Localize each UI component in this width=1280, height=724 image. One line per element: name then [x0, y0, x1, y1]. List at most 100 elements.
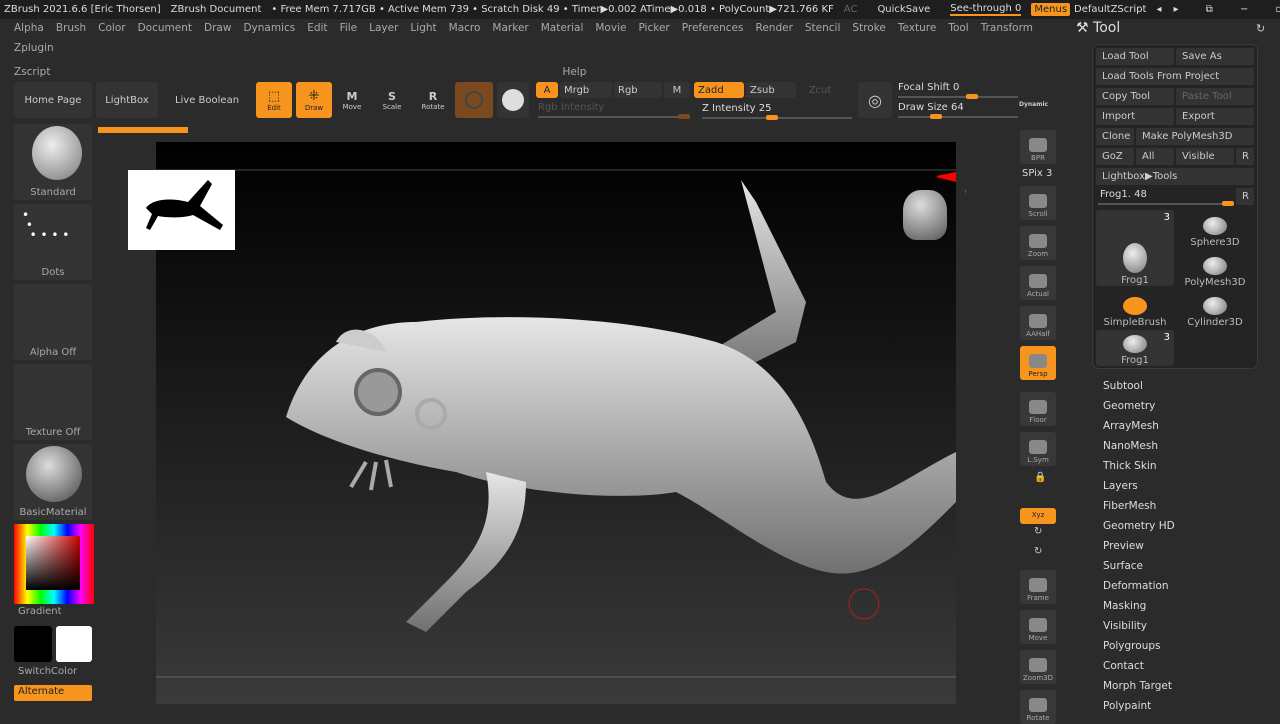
spotlight-button[interactable] [497, 82, 529, 118]
visible-button[interactable]: Visible [1176, 148, 1234, 165]
lightbox-button[interactable]: LightBox [96, 82, 158, 118]
floor-button[interactable]: Floor [1020, 392, 1056, 426]
move-button[interactable]: Move [1020, 610, 1056, 644]
tool-thumb-simplebrush[interactable]: SimpleBrush [1096, 290, 1174, 328]
brush-selector[interactable]: Standard [14, 124, 92, 200]
viewport-canvas[interactable] [156, 142, 983, 704]
spix-slider[interactable]: SPix 3 [1022, 168, 1052, 179]
subpalette-masking[interactable]: Masking [1103, 600, 1146, 612]
axis-gizmo[interactable] [936, 170, 979, 220]
make-polymesh-button[interactable]: Make PolyMesh3D [1136, 128, 1254, 145]
switch-color-button[interactable]: SwitchColor [18, 666, 77, 677]
frame-button[interactable]: Frame [1020, 570, 1056, 604]
subpalette-layers[interactable]: Layers [1103, 480, 1138, 492]
menu-render[interactable]: Render [750, 20, 799, 36]
tool-slider[interactable] [1098, 201, 1234, 206]
menu-light[interactable]: Light [404, 20, 442, 36]
tool-panel-header[interactable]: ⚒ Tool [1076, 20, 1120, 36]
menu-tool[interactable]: Tool [942, 20, 974, 36]
menu-edit[interactable]: Edit [301, 20, 333, 36]
mrgb-button[interactable]: Mrgb [560, 82, 612, 98]
material-selector[interactable]: BasicMaterial [14, 444, 92, 520]
menu-marker[interactable]: Marker [486, 20, 534, 36]
rotate-button[interactable]: Rotate [1020, 690, 1056, 724]
reset-icon[interactable]: ↻ [1256, 22, 1265, 35]
copy-tool-button[interactable]: Copy Tool [1096, 88, 1174, 105]
persp-button[interactable]: Persp [1020, 346, 1056, 380]
zsub-button[interactable]: Zsub [746, 82, 796, 98]
menu-draw[interactable]: Draw [198, 20, 237, 36]
see-through-slider[interactable]: See-through 0 [950, 3, 1022, 16]
tool-thumb-cylinder3d[interactable]: Cylinder3D [1176, 290, 1254, 328]
subpalette-fibermesh[interactable]: FiberMesh [1103, 500, 1156, 512]
quicksave-button[interactable]: QuickSave [877, 4, 930, 15]
menu-color[interactable]: Color [92, 20, 131, 36]
z-intensity-slider[interactable] [702, 115, 852, 120]
clone-button[interactable]: Clone [1096, 128, 1134, 145]
load-tool-button[interactable]: Load Tool [1096, 48, 1174, 65]
menu-brush[interactable]: Brush [50, 20, 92, 36]
subpalette-surface[interactable]: Surface [1103, 560, 1143, 572]
window-controls[interactable]: ◂▸ ⧉ − ▫ ✕ [1156, 4, 1280, 15]
subpalette-subtool[interactable]: Subtool [1103, 380, 1143, 392]
primary-color-swatch[interactable] [14, 626, 52, 662]
menu-material[interactable]: Material [535, 20, 590, 36]
tool-thumb-sphere3d[interactable]: Sphere3D [1176, 210, 1254, 248]
menu-help[interactable]: Help [556, 64, 592, 80]
live-boolean-button[interactable]: Live Boolean [164, 82, 250, 118]
subpalette-polygroups[interactable]: Polygroups [1103, 640, 1160, 652]
alpha-selector[interactable]: Alpha Off [14, 284, 92, 360]
home-page-button[interactable]: Home Page [14, 82, 92, 118]
paste-tool-button[interactable]: Paste Tool [1176, 88, 1254, 105]
menus-button[interactable]: Menus [1031, 3, 1071, 16]
menu-stroke[interactable]: Stroke [846, 20, 891, 36]
aahalf-button[interactable]: AAHalf [1020, 306, 1056, 340]
save-as-button[interactable]: Save As [1176, 48, 1254, 65]
menu-layer[interactable]: Layer [363, 20, 404, 36]
export-button[interactable]: Export [1176, 108, 1254, 125]
scroll-button[interactable]: Scroll [1020, 186, 1056, 220]
menu-dynamics[interactable]: Dynamics [237, 20, 301, 36]
import-button[interactable]: Import [1096, 108, 1174, 125]
load-tools-from-project-button[interactable]: Load Tools From Project [1096, 68, 1254, 85]
rotate-axis-icon[interactable]: ↻ [1034, 546, 1042, 557]
alternate-button[interactable]: Alternate [14, 685, 92, 701]
lock-icon[interactable]: 🔒 [1034, 472, 1046, 483]
menu-texture[interactable]: Texture [892, 20, 942, 36]
dynamic-button[interactable]: Dynamic [1019, 101, 1048, 108]
scale-button[interactable]: S Scale [376, 82, 408, 118]
rotate-axis-icon[interactable]: ↻ [1034, 526, 1042, 537]
menu-file[interactable]: File [334, 20, 364, 36]
lightbox-tools-button[interactable]: Lightbox▶Tools [1096, 168, 1254, 185]
menu-transform[interactable]: Transform [975, 20, 1039, 36]
subpalette-geometry[interactable]: Geometry [1103, 400, 1155, 412]
edit-button[interactable]: ⬚ Edit [256, 82, 292, 118]
tool-thumb-frog1[interactable]: Frog1 3 [1096, 210, 1174, 286]
subpalette-nanomesh[interactable]: NanoMesh [1103, 440, 1158, 452]
lsym-button[interactable]: L.Sym [1020, 432, 1056, 466]
rgb-button[interactable]: Rgb [614, 82, 662, 98]
draw-button[interactable]: ⁜ Draw [296, 82, 332, 118]
texture-selector[interactable]: Texture Off [14, 364, 92, 440]
actual-button[interactable]: Actual [1020, 266, 1056, 300]
focal-shift-slider[interactable] [898, 94, 1018, 99]
goz-button[interactable]: GoZ [1096, 148, 1134, 165]
zoom3d-button[interactable]: Zoom3D [1020, 650, 1056, 684]
all-button[interactable]: All [1136, 148, 1174, 165]
subpalette-contact[interactable]: Contact [1103, 660, 1144, 672]
menu-preferences[interactable]: Preferences [676, 20, 750, 36]
tool-thumb-polymesh3d[interactable]: PolyMesh3D [1176, 250, 1254, 288]
secondary-color-swatch[interactable] [56, 626, 92, 662]
subpalette-geometry-hd[interactable]: Geometry HD [1103, 520, 1175, 532]
menu-zplugin[interactable]: Zplugin [8, 40, 60, 56]
gradient-label[interactable]: Gradient [18, 606, 62, 617]
menu-alpha[interactable]: Alpha [8, 20, 50, 36]
r-button[interactable]: R [1236, 148, 1254, 165]
zoom-button[interactable]: Zoom [1020, 226, 1056, 260]
color-picker[interactable] [14, 524, 94, 604]
subpalette-polypaint[interactable]: Polypaint [1103, 700, 1151, 712]
lazy-mouse-button[interactable]: ◎ [858, 82, 892, 118]
subpalette-preview[interactable]: Preview [1103, 540, 1144, 552]
subpalette-morph-target[interactable]: Morph Target [1103, 680, 1172, 692]
draw-size-slider[interactable] [898, 114, 1018, 119]
